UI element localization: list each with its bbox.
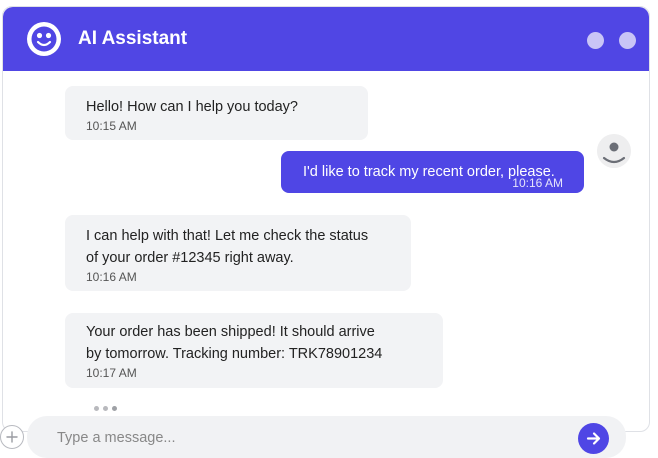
assistant-message: Your order has been shipped! It should a… xyxy=(65,313,443,388)
typing-indicator xyxy=(94,406,128,414)
plus-icon xyxy=(6,431,18,443)
chat-header: AI Assistant xyxy=(3,7,649,71)
assistant-message: Hello! How can I help you today? 10:15 A… xyxy=(65,86,368,140)
message-text-line: Your order has been shipped! It should a… xyxy=(86,324,375,340)
message-timestamp: 10:16 AM xyxy=(512,176,563,190)
message-timestamp: 10:15 AM xyxy=(86,119,137,133)
typing-dot xyxy=(103,406,108,411)
message-text-line: by tomorrow. Tracking number: TRK7890123… xyxy=(86,346,383,362)
message-text-line: of your order #12345 right away. xyxy=(86,250,294,266)
assistant-message: I can help with that! Let me check the s… xyxy=(65,215,411,291)
typing-dot xyxy=(94,406,99,411)
robot-face-icon xyxy=(27,22,61,56)
message-text-line: I can help with that! Let me check the s… xyxy=(86,228,369,244)
message-composer xyxy=(27,416,626,458)
chat-title: AI Assistant xyxy=(78,28,188,49)
message-text: Hello! How can I help you today? xyxy=(86,99,298,115)
attach-button[interactable] xyxy=(0,425,24,449)
user-message: I'd like to track my recent order, pleas… xyxy=(281,151,584,193)
minimize-button[interactable] xyxy=(587,32,604,49)
arrow-right-icon xyxy=(586,432,601,445)
message-input[interactable] xyxy=(55,424,569,452)
close-button[interactable] xyxy=(619,32,636,49)
send-button[interactable] xyxy=(578,423,609,454)
user-avatar-icon xyxy=(597,134,631,168)
message-timestamp: 10:16 AM xyxy=(86,270,137,284)
message-timestamp: 10:17 AM xyxy=(86,366,137,380)
typing-dot xyxy=(112,406,117,411)
